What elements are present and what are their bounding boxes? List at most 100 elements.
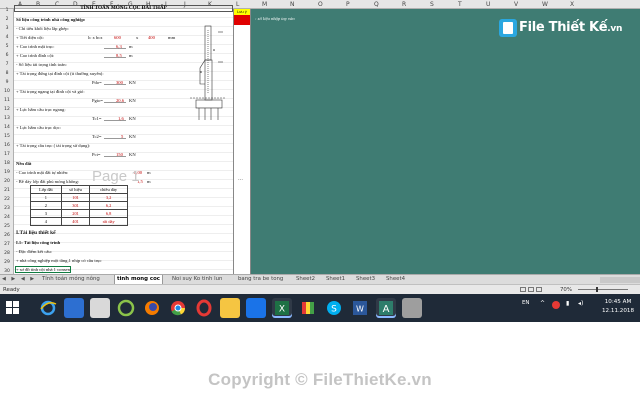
row-header-8[interactable]: 8 [0,71,14,76]
row-header-2[interactable]: 2 [0,17,14,22]
table-cell[interactable]: 2 [30,201,62,210]
green-app-icon[interactable] [116,298,136,318]
column-header-m[interactable]: M [262,1,267,8]
tab-sheet1[interactable]: Sheet1 [324,275,347,284]
table-cell[interactable]: 401 [60,217,91,226]
table-header[interactable]: số hiệu [60,185,91,194]
page-break-icon[interactable] [536,287,542,292]
cell-r4-dims[interactable]: lc x bcx [88,35,103,40]
zoom-slider-thumb[interactable] [596,287,598,292]
row-header-10[interactable]: 10 [0,89,14,94]
cell-r9-val[interactable]: 300 [116,80,123,85]
cell-r2[interactable]: Số liệu công trình nhà công nghiệp: [16,17,85,22]
cell-r4-x[interactable]: x [136,35,138,40]
cell-r15-unit[interactable]: KN [129,134,136,139]
internet-explorer-icon[interactable] [38,298,58,318]
row-header-12[interactable]: 12 [0,107,14,112]
table-cell[interactable]: 1 [30,193,62,202]
cell-r20-label[interactable]: - Bề dày lớp đất phủ móng không: [16,179,79,184]
row-header-16[interactable]: 16 [0,143,14,148]
row-header-23[interactable]: 23 [0,206,14,211]
table-cell[interactable]: 6,8 [89,209,128,218]
cell-r11-unit[interactable]: KN [129,98,136,103]
table-cell[interactable]: 6,2 [89,201,128,210]
cell-r28[interactable]: - Đặc điểm kết cấu: [16,249,52,254]
row-header-14[interactable]: 14 [0,125,14,130]
row-header-3[interactable]: 3 [0,26,14,31]
cell-r30-selected[interactable]: + sơ đồ tính cột nhà 1 consen [15,266,71,273]
cell-r17-unit[interactable]: KN [129,152,136,157]
row-header-21[interactable]: 21 [0,188,14,193]
cell-r7[interactable]: - Số liệu tải trọng tính toán: [16,62,67,67]
volume-icon[interactable]: ◂) [578,300,583,307]
row-header-27[interactable]: 27 [0,242,14,247]
cell-r9-label[interactable]: Pdo= [92,80,102,85]
cell-r9-unit[interactable]: KN [129,80,136,85]
tab-scroll-arrows-icon[interactable]: ◀ ▶ ◀ ▶ [2,276,36,282]
cell-r11-label[interactable]: Pgio= [92,98,103,103]
cell-r5-unit[interactable]: m [129,44,133,49]
tray-v-icon[interactable] [552,301,560,309]
windows-start-icon[interactable] [6,301,20,315]
column-header-x[interactable]: X [570,1,574,8]
cell-r3[interactable]: - Chỉ tiêu khối liệu lắp ghép: [16,26,69,31]
cell-r6-unit[interactable]: m [129,53,133,58]
row-header-17[interactable]: 17 [0,152,14,157]
cell-r13-val[interactable]: 1,6 [118,116,124,121]
table-header[interactable]: Lớp đất [30,185,62,194]
cell-r11-val[interactable]: 20,6 [116,98,124,103]
horizontal-scrollbar[interactable] [600,277,640,283]
row-header-11[interactable]: 11 [0,98,14,103]
row-header-13[interactable]: 13 [0,116,14,121]
cell-r4-unit[interactable]: mm [168,35,175,40]
network-icon[interactable]: ▮ [566,300,569,307]
language-indicator[interactable]: EN [522,300,529,306]
tab-sheet2[interactable]: Sheet2 [294,275,317,284]
cell-r18[interactable]: Nền đất [16,161,31,166]
column-header-q[interactable]: Q [374,1,379,8]
word-icon[interactable]: W [350,298,370,318]
table-header[interactable]: chiều dày [89,185,128,194]
opera-icon[interactable] [194,298,214,318]
cell-r20-unit[interactable]: m [147,179,151,184]
column-header-t[interactable]: T [458,1,462,8]
rainbow-app-icon[interactable] [298,298,318,318]
cell-r15-val[interactable]: 5 [121,134,123,139]
tab-tinh-toan-mong-nong[interactable]: Tính toán móng nông [40,275,102,284]
cell-r4-v2[interactable]: 400 [148,35,155,40]
page-layout-icon[interactable] [528,287,534,292]
firefox-icon[interactable] [142,298,162,318]
row-header-29[interactable]: 29 [0,260,14,265]
tab-bang-tra-be-tong[interactable]: bang tra be tong [236,275,285,284]
row-header-25[interactable]: 25 [0,224,14,229]
tab-noi-suy-ko-tinh-lun[interactable]: Noi suy Ko tinh lun [170,275,224,284]
column-header-s[interactable]: S [430,1,434,8]
cell-r4-v1[interactable]: 600 [114,35,121,40]
cell-r15-label[interactable]: Tc2= [92,134,101,139]
cell-r13-label[interactable]: Tc1= [92,116,101,121]
cell-r29[interactable]: + nhà công nghiệp một tầng,1 nhịp có cầu… [16,258,102,263]
system-clock[interactable]: 10:45 AM 12.11.2018 [602,298,634,316]
column-header-l[interactable]: L [236,1,239,8]
gray-app-icon[interactable] [402,298,422,318]
skype-icon[interactable]: S [324,298,344,318]
row-header-4[interactable]: 4 [0,35,14,40]
app-vnu-icon[interactable] [64,298,84,318]
cell-r19-unit[interactable]: m [147,170,151,175]
column-header-w[interactable]: W [542,1,548,8]
row-header-22[interactable]: 22 [0,197,14,202]
tab-sheet3[interactable]: Sheet3 [354,275,377,284]
table-cell[interactable]: 101 [60,193,91,202]
cell-r4-label[interactable]: + Tiết diện cột: [16,35,44,40]
cell-r6-val[interactable]: 8,5 [116,53,122,58]
column-header-v[interactable]: V [514,1,518,8]
row-header-9[interactable]: 9 [0,80,14,85]
cell-r17-label[interactable]: Pct= [92,152,100,157]
file-explorer-icon[interactable] [220,298,240,318]
cell-r5-label[interactable]: + Cao trình mặt trục: [16,44,55,49]
cell-r26[interactable]: I.Tài liệu thiết kế [16,230,56,236]
table-cell[interactable]: 201 [60,209,91,218]
column-header-p[interactable]: P [346,1,350,8]
cell-r12[interactable]: + Lực hãm cầu trục ngang: [16,107,66,112]
cell-r13-unit[interactable]: KN [129,116,136,121]
